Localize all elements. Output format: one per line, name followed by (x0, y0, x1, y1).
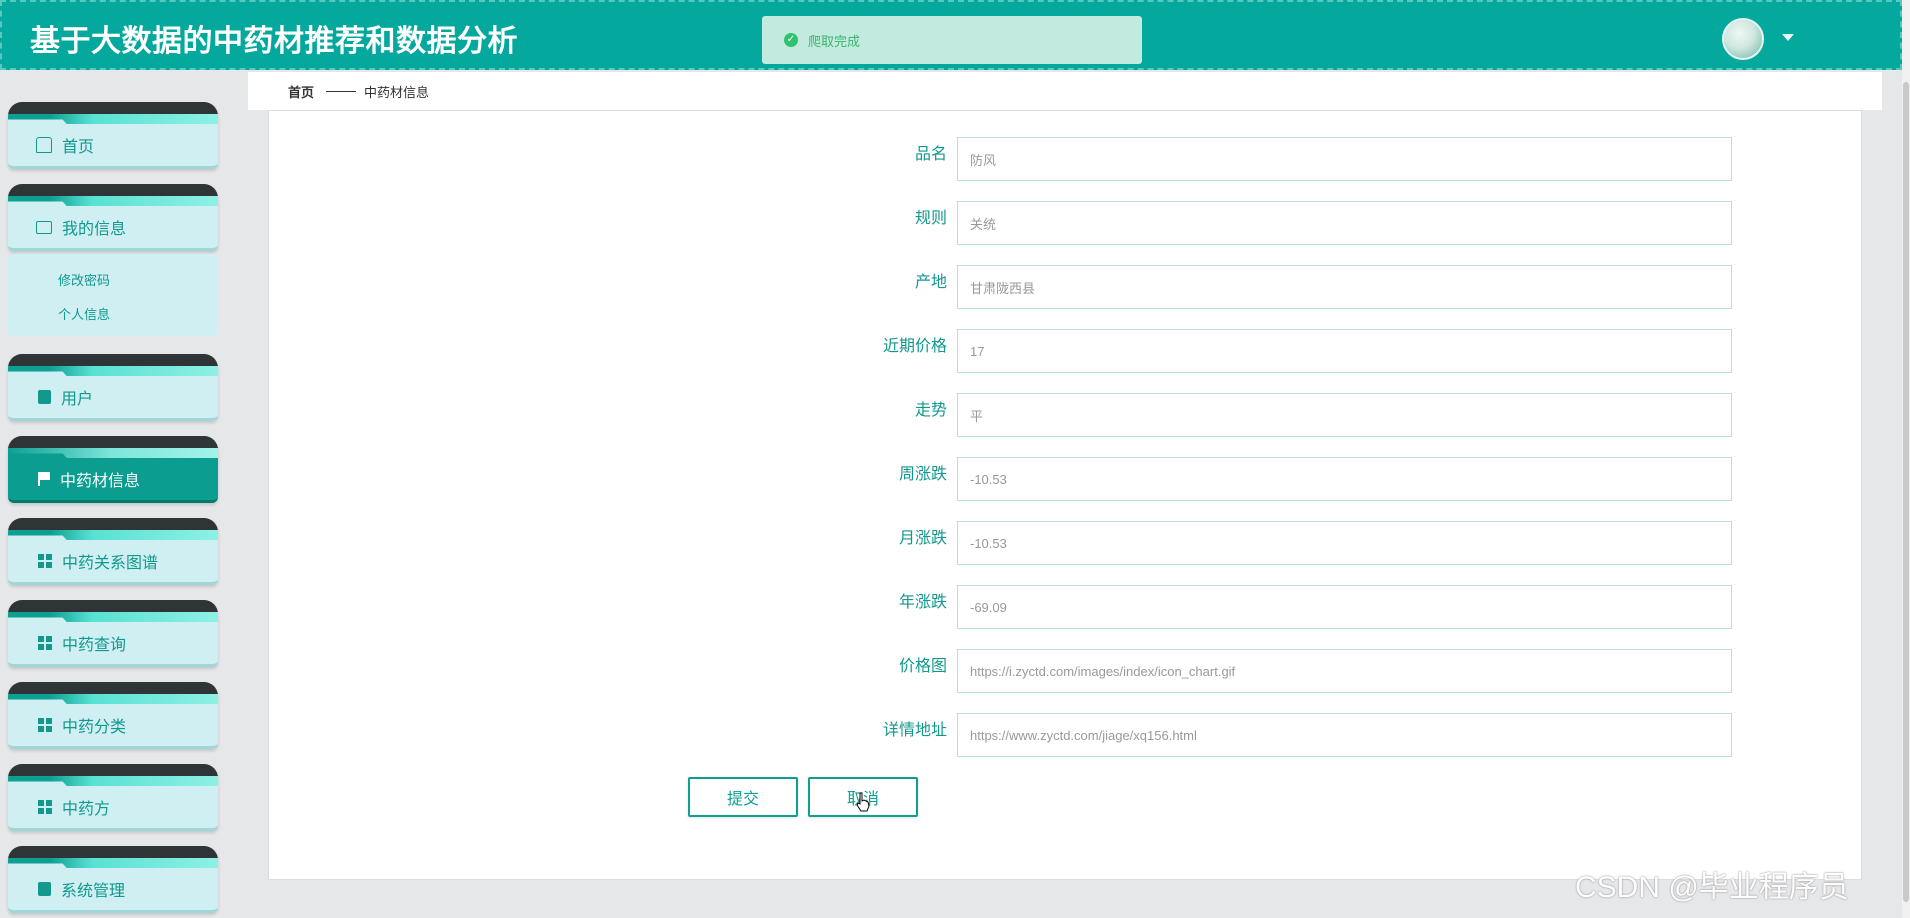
sidebar-item-label: 中药查询 (62, 635, 127, 654)
monthly-change-input[interactable] (957, 521, 1732, 565)
field-label-name: 品名 (914, 144, 947, 163)
submenu-my-info: 修改密码 个人信息 (8, 254, 218, 336)
spec-input[interactable] (957, 201, 1732, 245)
breadcrumb-home[interactable]: 首页 (288, 82, 314, 101)
toast-message: 爬取完成 (808, 35, 861, 50)
sidebar-item-herb-prescription[interactable]: 中药方 (8, 764, 218, 831)
grid-icon (38, 636, 52, 650)
success-toast: ✓ 爬取完成 (762, 16, 1142, 64)
sidebar-item-users[interactable]: 用户 (8, 354, 218, 421)
field-label-weekly-change: 周涨跌 (898, 464, 947, 483)
grid-icon (38, 718, 52, 732)
sidebar-item-label: 中药分类 (62, 717, 127, 736)
grid-icon (38, 800, 52, 814)
clipboard-icon (38, 390, 51, 404)
field-label-detail-url: 详情地址 (882, 720, 947, 739)
field-label-origin: 产地 (914, 272, 947, 291)
field-label-monthly-change: 月涨跌 (898, 528, 947, 547)
submenu-item-personal-info[interactable]: 个人信息 (58, 304, 110, 323)
field-label-recent-price: 近期价格 (882, 336, 947, 355)
caret-down-icon[interactable] (1782, 34, 1794, 41)
field-label-spec: 规则 (914, 208, 947, 227)
sidebar-item-label: 中药关系图谱 (62, 553, 159, 572)
hand-cursor-icon (856, 792, 870, 812)
field-label-price-chart: 价格图 (898, 656, 947, 675)
sidebar-item-label: 中药材信息 (60, 471, 141, 490)
clipboard-icon (38, 882, 51, 896)
yearly-change-input[interactable] (957, 585, 1732, 629)
sidebar-item-herb-info[interactable]: 中药材信息 (8, 436, 218, 503)
sidebar-item-label: 中药方 (62, 799, 111, 818)
field-label-yearly-change: 年涨跌 (898, 592, 947, 611)
check-circle-icon: ✓ (784, 33, 798, 47)
sidebar-item-home[interactable]: 首页 (8, 102, 218, 169)
sidebar-item-my-info[interactable]: 我的信息 (8, 184, 218, 251)
sidebar-item-system[interactable]: 系统管理 (8, 846, 218, 913)
name-input[interactable] (957, 137, 1732, 181)
user-avatar[interactable] (1722, 18, 1764, 60)
id-card-icon (36, 220, 52, 234)
breadcrumb-current: 中药材信息 (364, 86, 430, 101)
submenu-item-change-password[interactable]: 修改密码 (58, 270, 110, 289)
home-icon (36, 137, 52, 153)
origin-input[interactable] (957, 265, 1732, 309)
sidebar-item-label: 用户 (61, 389, 94, 408)
price-chart-input[interactable] (957, 649, 1732, 693)
trend-input[interactable] (957, 393, 1732, 437)
submit-button[interactable]: 提交 (688, 777, 798, 817)
sidebar-item-label: 系统管理 (61, 881, 126, 900)
top-header: 基于大数据的中药材推荐和数据分析 ✓ 爬取完成 (0, 0, 1902, 70)
scrollbar-thumb[interactable] (1903, 82, 1909, 902)
sidebar-item-label: 首页 (62, 137, 95, 156)
breadcrumb-separator (326, 91, 356, 92)
grid-icon (38, 554, 52, 568)
sidebar-item-herb-search[interactable]: 中药查询 (8, 600, 218, 667)
field-label-trend: 走势 (914, 400, 947, 419)
herb-edit-form: 品名 规则 产地 近期价格 走势 周涨跌 月涨跌 年涨跌 价格图 详情地址 (268, 110, 1862, 880)
sidebar-item-herb-category[interactable]: 中药分类 (8, 682, 218, 749)
sidebar-item-label: 我的信息 (62, 219, 127, 238)
detail-url-input[interactable] (957, 713, 1732, 757)
watermark: CSDN @毕业程序员 (1575, 871, 1849, 904)
app-title: 基于大数据的中药材推荐和数据分析 (30, 24, 518, 59)
weekly-change-input[interactable] (957, 457, 1732, 501)
flag-icon (38, 472, 50, 486)
breadcrumb: 首页 中药材信息 (248, 72, 1882, 110)
sidebar-item-herb-graph[interactable]: 中药关系图谱 (8, 518, 218, 585)
recent-price-input[interactable] (957, 329, 1732, 373)
